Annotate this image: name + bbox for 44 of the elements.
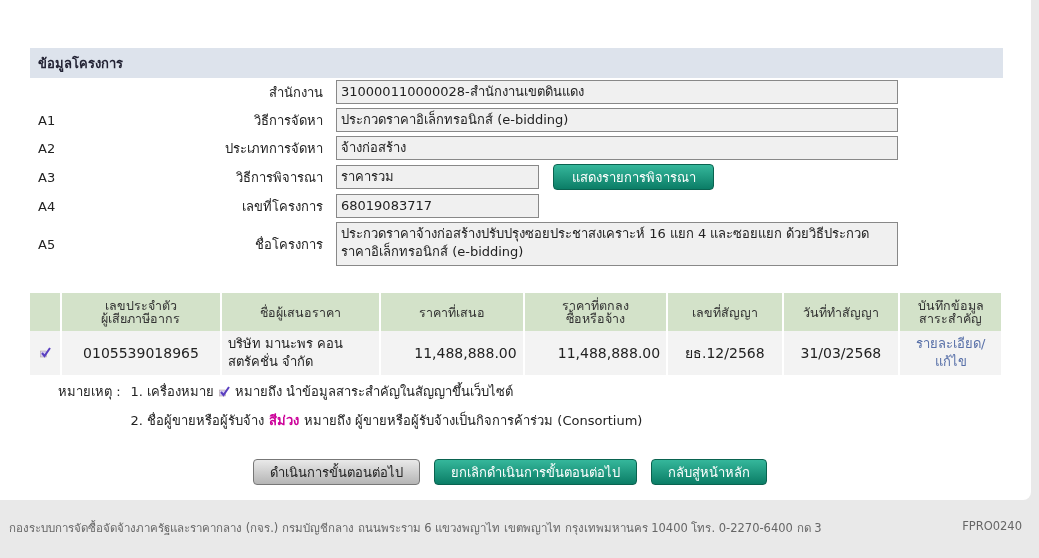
table-cell: บริษัท มานะพร คอน สตรัคชั่น จำกัด <box>220 331 381 375</box>
column-header: ชื่อผู้เสนอราคา <box>220 293 381 331</box>
action-button[interactable]: ดำเนินการขั้นตอนต่อไป <box>252 459 420 485</box>
table-cell: ยธ.12/2568 <box>667 331 783 375</box>
table-cell: 31/03/2568 <box>782 331 900 375</box>
note-label: หมายเหตุ : <box>58 383 121 402</box>
text-field[interactable]: ประกวดราคาอิเล็กทรอนิกส์ (e-bidding) <box>336 108 898 132</box>
field-code: A5 <box>37 236 57 252</box>
field-label: เลขที่โครงการ <box>241 197 324 216</box>
table-cell: 0105539018965 <box>61 331 221 375</box>
note-text: 1. เครื่องหมาย <box>130 382 215 401</box>
table-cell: 11,488,888.00 <box>380 331 524 375</box>
action-button[interactable]: ยกเลิกดำเนินการขั้นตอนต่อไป <box>433 459 637 485</box>
show-list-button[interactable]: แสดงรายการพิจารณา <box>553 164 714 190</box>
action-button[interactable]: กลับสู่หน้าหลัก <box>650 459 767 485</box>
column-header: บันทึกข้อมูล สาระสำคัญ <box>899 293 1002 331</box>
field-code: A2 <box>37 140 57 156</box>
note-text: หมายถึง นำข้อมูลสาระสำคัญในสัญญาขึ้นเว็บไซต์ <box>235 381 514 402</box>
note-text: 2. ชื่อผู้ขายหรือผู้รับจ้าง <box>130 411 265 431</box>
page-code: FPRO0240 <box>962 519 1022 535</box>
field-label: ชื่อโครงการ <box>254 235 324 254</box>
text-field[interactable]: ราคารวม <box>336 165 539 189</box>
field-label: วิธีการพิจารณา <box>235 168 324 187</box>
footer-text: กองระบบการจัดซื้อจัดจ้างภาครัฐและราคากลาง (กจร.) กรมบัญชีกลาง ถนนพระราม 6 แขวงพญาไท เขตพญาไท กรุงเทพมหานคร 10400 โทร. 0-2270-6400 กด 3 <box>9 519 822 537</box>
column-header: เลขประจำตัว ผู้เสียภาษีอากร <box>61 293 221 331</box>
section-title: ข้อมูลโครงการ <box>30 48 1003 78</box>
field-code: A3 <box>37 169 57 185</box>
column-header: เลขที่สัญญา <box>667 293 783 331</box>
text-field[interactable]: 68019083717 <box>336 194 539 218</box>
column-header: วันที่ทำสัญญา <box>782 293 900 331</box>
field-code: A4 <box>37 198 57 214</box>
table-cell: 11,488,888.00 <box>523 331 668 375</box>
highlight-text: สีม่วง <box>269 412 300 430</box>
column-header: ราคาที่ตกลง ซื้อหรือจ้าง <box>523 293 668 331</box>
note-text: หมายถึง ผู้ขายหรือผู้รับจ้างเป็นกิจการค้าร่วม (Consortium) <box>304 410 643 431</box>
field-label: วิธีการจัดหา <box>253 111 324 130</box>
text-field[interactable]: 310000110000028-สำนักงานเขตดินแดง <box>336 80 898 104</box>
check-icon <box>219 386 231 397</box>
column-header: ราคาที่เสนอ <box>380 293 524 331</box>
field-code: A1 <box>37 112 57 128</box>
text-field[interactable]: จ้างก่อสร้าง <box>336 136 898 160</box>
text-field[interactable]: ประกวดราคาจ้างก่อสร้างปรับปรุงซอยประชาสงเคราะห์ 16 แยก 4 และซอยแยก ด้วยวิธีประกวดราคาอิเล็กทรอนิกส์ (e-bidding) <box>336 222 898 266</box>
field-label: ประเภทการจัดหา <box>224 139 324 158</box>
field-label: สำนักงาน <box>268 83 324 102</box>
